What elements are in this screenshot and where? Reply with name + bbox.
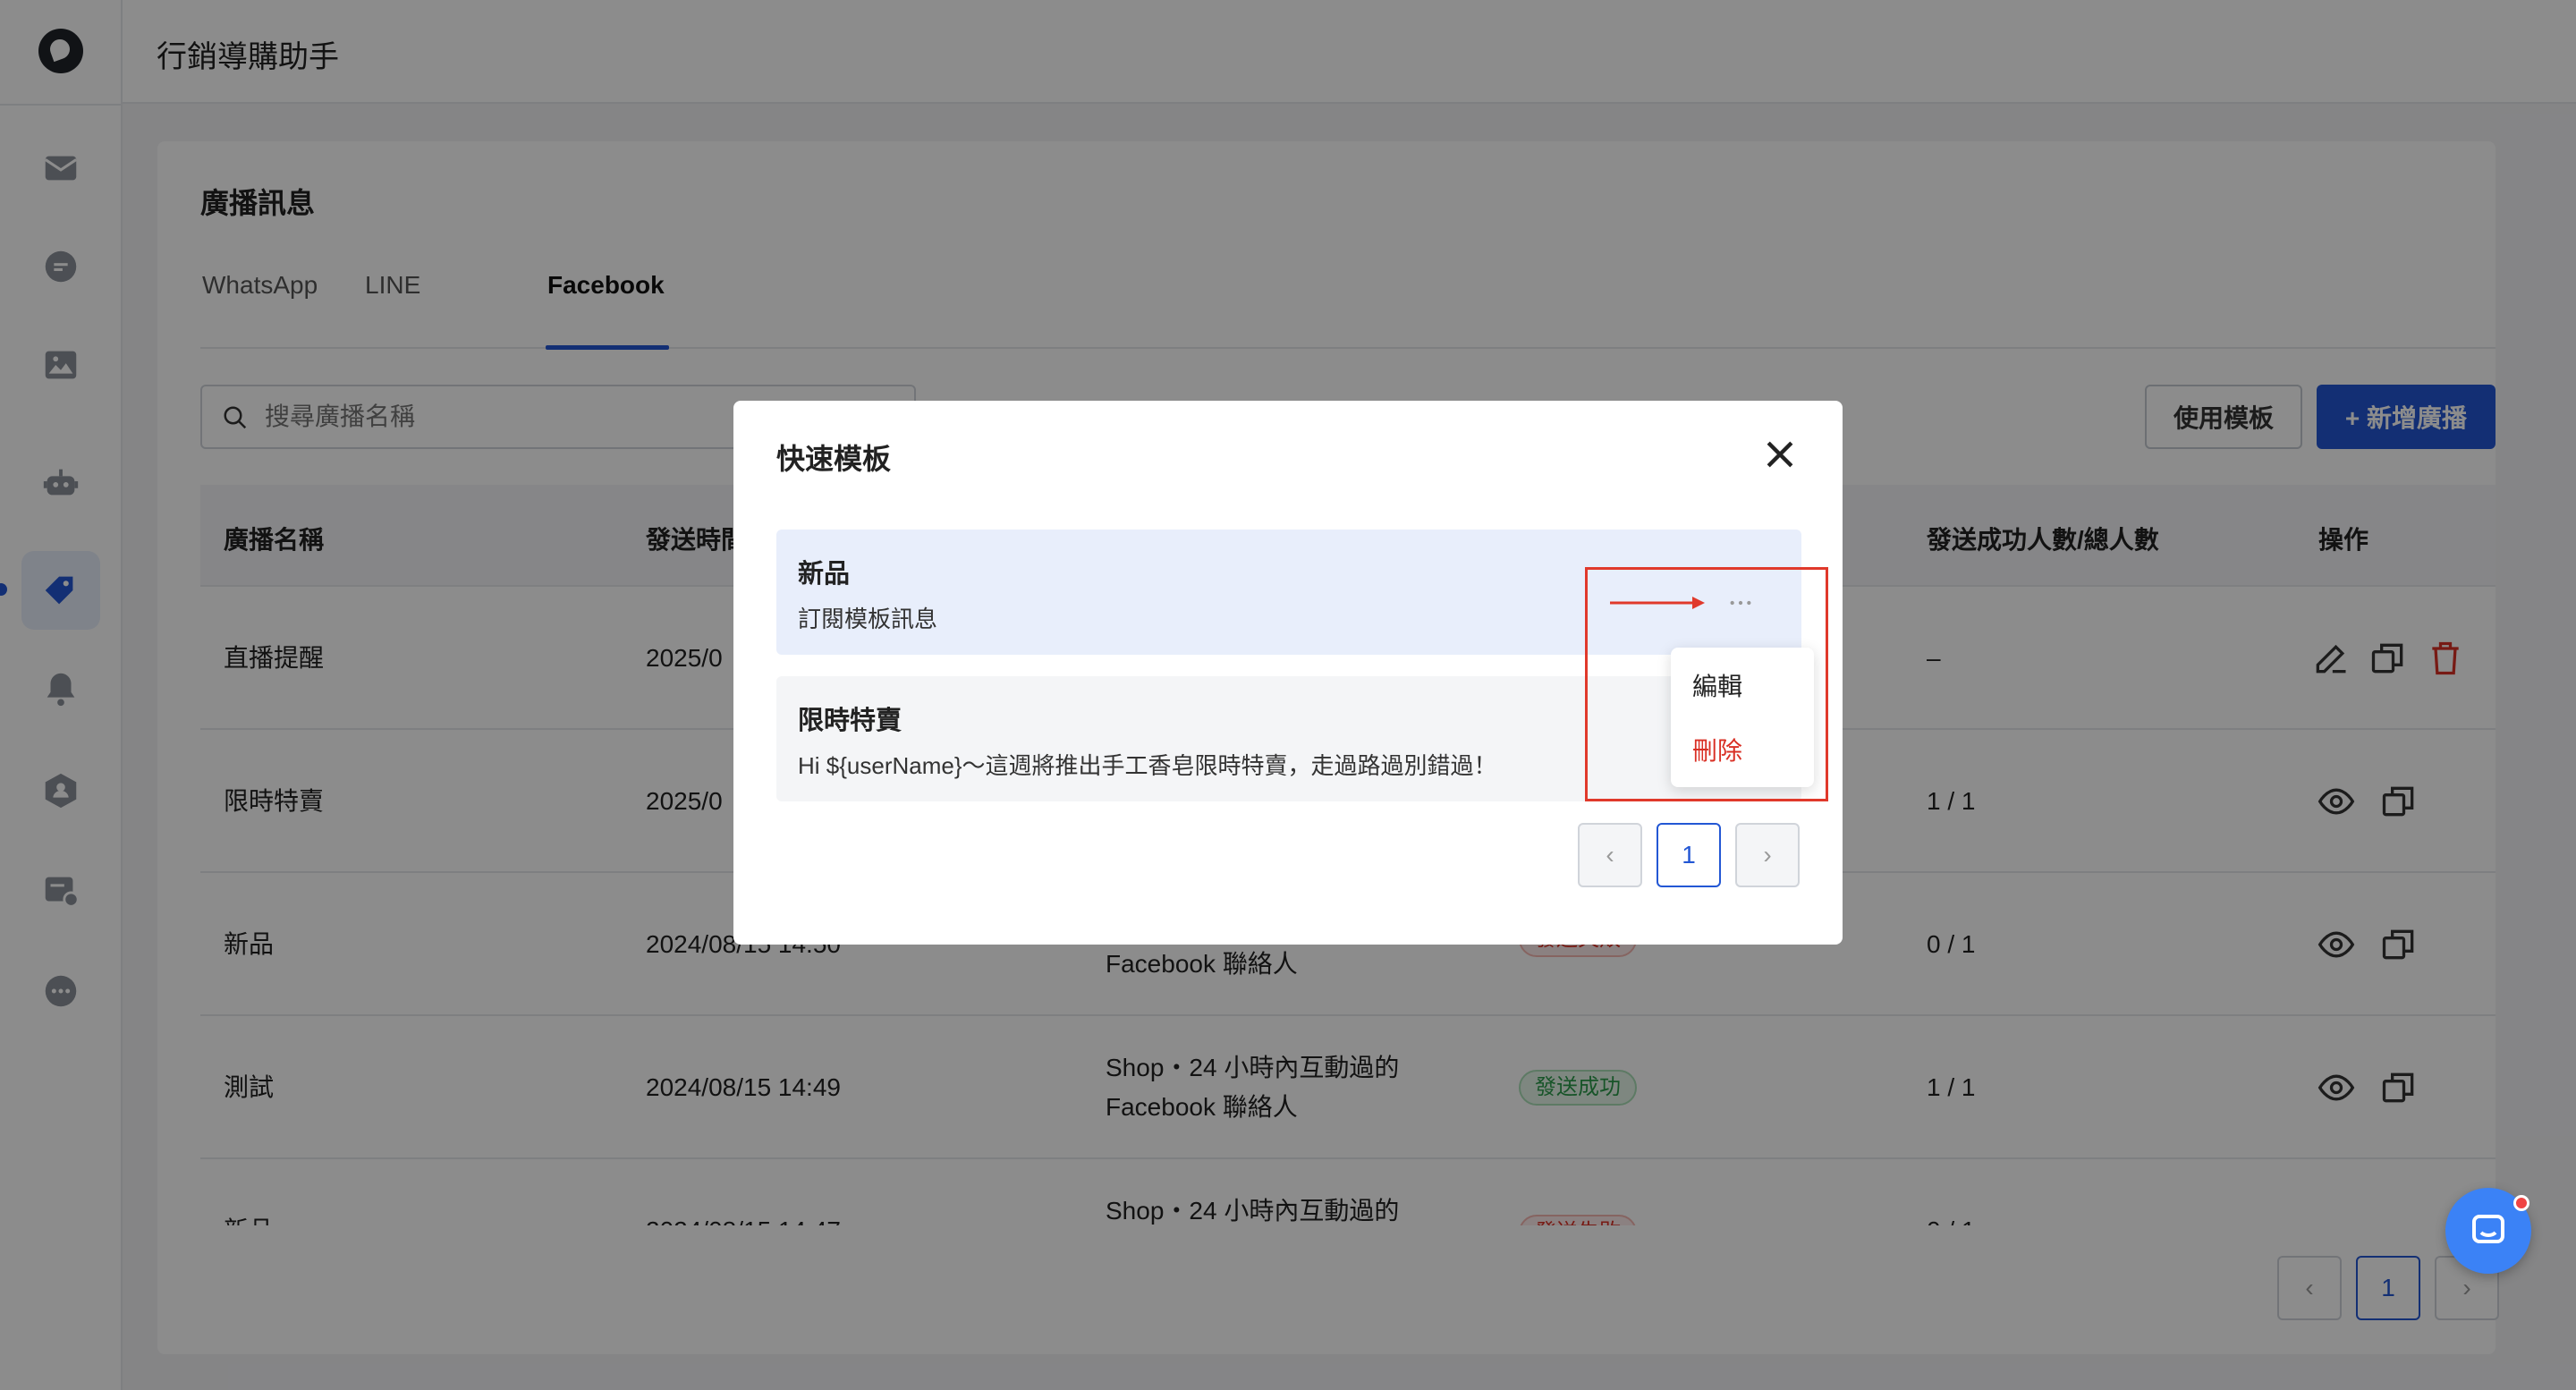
template-body: Hi ${userName}～這週將推出手工香皂限時特賣，走過路過別錯過！	[798, 752, 1497, 779]
close-icon[interactable]	[1760, 435, 1800, 474]
annotation-arrow-icon	[1610, 597, 1705, 609]
modal-title: 快速模板	[776, 443, 892, 475]
template-body: 訂閱模板訊息	[798, 606, 938, 632]
template-name: 新品	[798, 560, 851, 589]
modal-prev-page-button[interactable]: ‹	[1578, 823, 1642, 887]
notification-dot	[2513, 1195, 2529, 1211]
modal-next-page-button[interactable]: ›	[1735, 823, 1800, 887]
template-name: 限時特賣	[798, 707, 902, 735]
chat-bubble-icon	[2472, 1215, 2504, 1243]
modal-page-button[interactable]: 1	[1657, 823, 1721, 887]
